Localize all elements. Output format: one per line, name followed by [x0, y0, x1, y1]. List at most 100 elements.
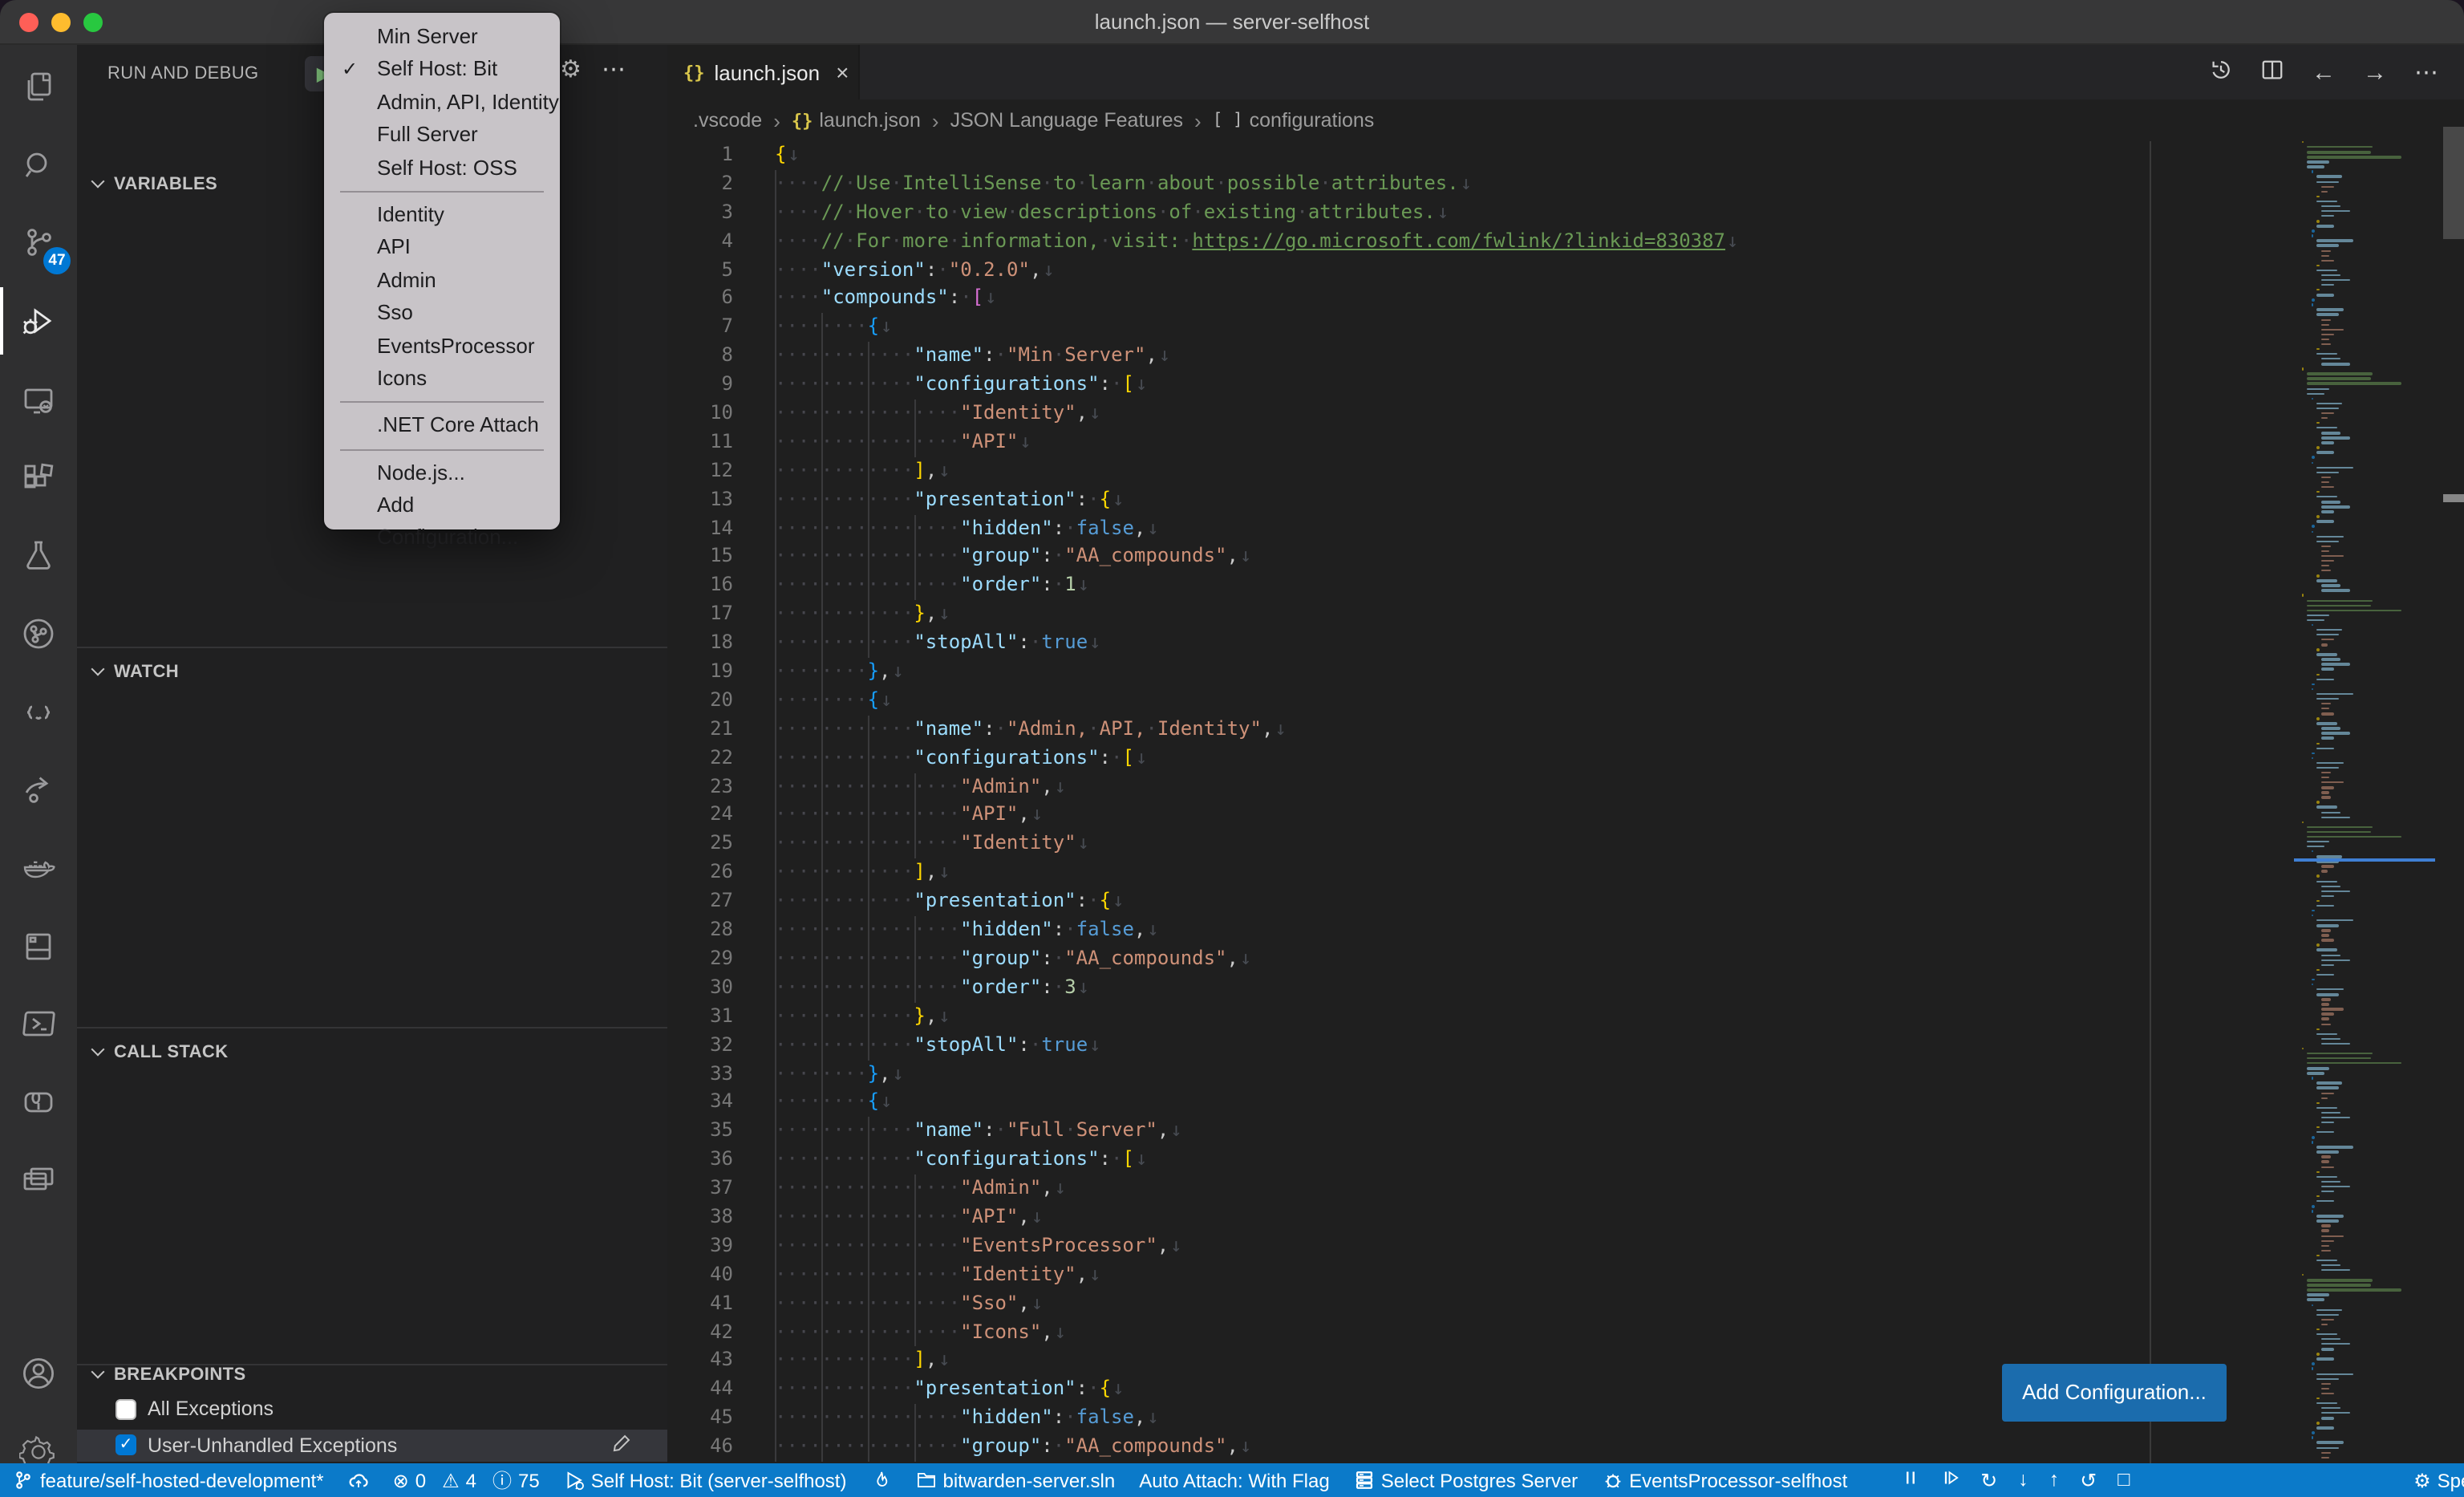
breadcrumb-item[interactable]: {}launch.json: [792, 109, 921, 132]
code-line[interactable]: 20········{↓: [667, 687, 2464, 716]
menu-item-full-server[interactable]: Full Server: [324, 119, 560, 152]
code-line[interactable]: 6····"compounds":·[↓: [667, 285, 2464, 314]
line-number[interactable]: 37: [667, 1174, 733, 1203]
code-line[interactable]: 10················"Identity",↓: [667, 400, 2464, 428]
activity-git-graph-icon[interactable]: [0, 595, 77, 672]
publish-changes[interactable]: [348, 1470, 369, 1491]
activity-accounts-icon[interactable]: [0, 1335, 77, 1412]
activity-extensions-icon[interactable]: [0, 439, 77, 516]
debug-step-into-icon[interactable]: ↓: [2018, 1468, 2028, 1492]
debug-target[interactable]: Self Host: Bit (server-selfhost): [564, 1469, 847, 1491]
line-number[interactable]: 16: [667, 572, 733, 601]
code-line[interactable]: 39················"EventsProcessor",↓: [667, 1232, 2464, 1261]
line-number[interactable]: 4: [667, 227, 733, 256]
tab-close-icon[interactable]: ×: [836, 59, 849, 85]
line-number[interactable]: 26: [667, 859, 733, 888]
code-line[interactable]: 13············"presentation":·{↓: [667, 485, 2464, 514]
section-call-stack[interactable]: CALL STACK: [93, 1043, 229, 1062]
breadcrumb-item[interactable]: .vscode: [693, 109, 762, 132]
code-line[interactable]: 35············"name":·"Full·Server",↓: [667, 1118, 2464, 1146]
line-number[interactable]: 5: [667, 256, 733, 285]
line-number[interactable]: 9: [667, 371, 733, 400]
section-watch[interactable]: WATCH: [93, 663, 179, 682]
activity-explorer-icon[interactable]: [0, 48, 77, 125]
activity-live-share-icon[interactable]: [0, 752, 77, 829]
debug-step-back-icon[interactable]: ↺: [2080, 1468, 2097, 1492]
code-line[interactable]: 42················"Icons",↓: [667, 1318, 2464, 1347]
code-line[interactable]: 34········{↓: [667, 1089, 2464, 1118]
code-line[interactable]: 27············"presentation":·{↓: [667, 887, 2464, 916]
code-line[interactable]: 24················"API",↓: [667, 801, 2464, 830]
code-line[interactable]: 8············"name":·"Min·Server",↓: [667, 342, 2464, 371]
git-branch[interactable]: feature/self-hosted-development*: [13, 1469, 324, 1491]
debug-step-out-icon[interactable]: ↑: [2049, 1468, 2060, 1492]
code-line[interactable]: 33········},↓: [667, 1060, 2464, 1089]
split-editor-icon[interactable]: [2260, 57, 2284, 87]
line-number[interactable]: 29: [667, 945, 733, 974]
line-number[interactable]: 8: [667, 342, 733, 371]
activity-remote-explorer-icon[interactable]: [0, 361, 77, 438]
code-editor[interactable]: 1{↓2····//·Use·IntelliSense·to·learn·abo…: [667, 141, 2464, 1463]
line-number[interactable]: 43: [667, 1347, 733, 1376]
activity-run-and-debug-icon[interactable]: [0, 282, 77, 359]
line-number[interactable]: 6: [667, 285, 733, 314]
code-line[interactable]: 7········{↓: [667, 314, 2464, 343]
line-number[interactable]: 17: [667, 601, 733, 630]
code-line[interactable]: 14················"hidden":·false,↓: [667, 514, 2464, 543]
code-line[interactable]: 40················"Identity",↓: [667, 1260, 2464, 1289]
debug-restart-icon[interactable]: ↻: [1980, 1468, 1997, 1492]
line-number[interactable]: 39: [667, 1232, 733, 1261]
code-line[interactable]: 28················"hidden":·false,↓: [667, 916, 2464, 945]
code-line[interactable]: 30················"order":·3↓: [667, 974, 2464, 1003]
activity-source-control-icon[interactable]: 47: [0, 205, 77, 282]
debug-stop-icon[interactable]: □: [2118, 1468, 2130, 1492]
line-number[interactable]: 30: [667, 974, 733, 1003]
line-number[interactable]: 1: [667, 141, 733, 170]
line-number[interactable]: 24: [667, 801, 733, 830]
line-number[interactable]: 2: [667, 170, 733, 199]
line-number[interactable]: 36: [667, 1146, 733, 1174]
menu-item-eventsprocessor[interactable]: EventsProcessor: [324, 330, 560, 363]
code-line[interactable]: 12············],↓: [667, 457, 2464, 486]
code-line[interactable]: 21············"name":·"Admin,·API,·Ident…: [667, 716, 2464, 744]
code-line[interactable]: 36············"configurations":·[↓: [667, 1146, 2464, 1174]
events-processor[interactable]: EventsProcessor-selfhost: [1602, 1469, 1847, 1491]
line-number[interactable]: 15: [667, 543, 733, 572]
auto-attach[interactable]: Auto Attach: With Flag: [1139, 1469, 1329, 1491]
code-line[interactable]: 2····//·Use·IntelliSense·to·learn·about·…: [667, 170, 2464, 199]
line-number[interactable]: 38: [667, 1203, 733, 1232]
line-number[interactable]: 46: [667, 1433, 733, 1462]
activity-testing-icon[interactable]: [0, 517, 77, 594]
section-breakpoints[interactable]: BREAKPOINTS: [93, 1365, 246, 1385]
solution[interactable]: bitwarden-server.sln: [915, 1469, 1115, 1491]
line-number[interactable]: 33: [667, 1060, 733, 1089]
activity-powershell-icon[interactable]: [0, 986, 77, 1063]
code-line[interactable]: 41················"Sso",↓: [667, 1289, 2464, 1318]
edit-pencil-icon[interactable]: [611, 1432, 632, 1458]
line-number[interactable]: 42: [667, 1318, 733, 1347]
code-line[interactable]: 15················"group":·"AA_compounds…: [667, 543, 2464, 572]
menu-item-node-js[interactable]: Node.js...: [324, 456, 560, 489]
code-line[interactable]: 5····"version":·"0.2.0",↓: [667, 256, 2464, 285]
tab-launch-json[interactable]: {} launch.json ×: [667, 45, 860, 99]
code-line[interactable]: 25················"Identity"↓: [667, 830, 2464, 859]
breakpoint-row[interactable]: All Exceptions: [77, 1393, 667, 1425]
line-number[interactable]: 28: [667, 916, 733, 945]
menu-item-net-core-attach[interactable]: .NET Core Attach: [324, 410, 560, 443]
line-number[interactable]: 12: [667, 457, 733, 486]
line-number[interactable]: 27: [667, 887, 733, 916]
code-line[interactable]: 29················"group":·"AA_compounds…: [667, 945, 2464, 974]
minimap[interactable]: [2297, 141, 2432, 1463]
menu-item-api[interactable]: API: [324, 232, 560, 265]
line-number[interactable]: 44: [667, 1376, 733, 1405]
debug-pause-icon[interactable]: [1900, 1468, 1919, 1492]
line-number[interactable]: 10: [667, 400, 733, 428]
code-line[interactable]: 22············"configurations":·[↓: [667, 744, 2464, 773]
menu-item-sso[interactable]: Sso: [324, 297, 560, 330]
line-number[interactable]: 31: [667, 1002, 733, 1031]
menu-item-self-host-oss[interactable]: Self Host: OSS: [324, 152, 560, 185]
timeline-history-icon[interactable]: [2209, 57, 2233, 87]
line-number[interactable]: 21: [667, 716, 733, 744]
debug-gear-icon[interactable]: ⚙: [560, 55, 582, 83]
line-number[interactable]: 20: [667, 687, 733, 716]
